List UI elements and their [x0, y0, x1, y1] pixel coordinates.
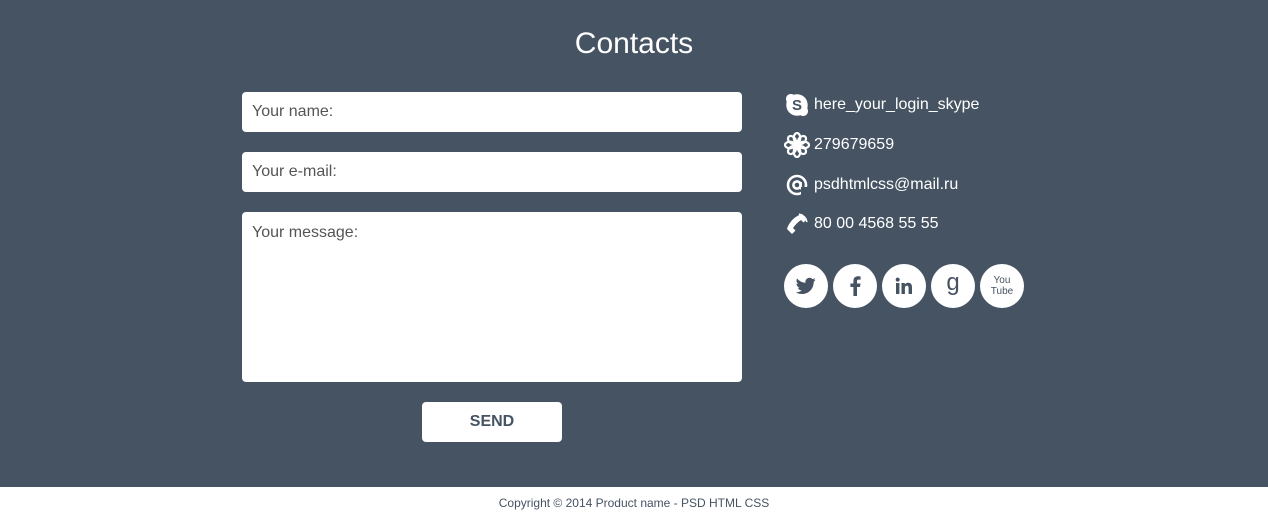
facebook-button[interactable]	[833, 264, 877, 308]
twitter-button[interactable]	[784, 264, 828, 308]
contact-icq: 279679659	[784, 132, 894, 158]
page: Contacts SEND S here_your_login_skype	[0, 0, 1268, 524]
youtube-label-line2: Tube	[990, 286, 1014, 297]
send-button[interactable]: SEND	[422, 402, 562, 442]
youtube-label-line1: You	[993, 275, 1011, 286]
icq-number: 279679659	[814, 136, 895, 153]
copyright-text: Copyright © 2014 Product name - PSD HTML…	[498, 496, 770, 510]
at-sign-icon	[784, 172, 810, 198]
youtube-button[interactable]: You Tube	[980, 264, 1024, 308]
google-icon: g	[946, 269, 960, 296]
email-address: psdhtmlcss@mail.ru	[814, 176, 959, 193]
linkedin-button[interactable]	[882, 264, 926, 308]
footer: Copyright © 2014 Product name - PSD HTML…	[0, 487, 1268, 524]
page-title: Contacts	[574, 27, 694, 60]
phone-number: 80 00 4568 55 55	[814, 215, 939, 232]
contact-skype: S here_your_login_skype	[784, 92, 979, 118]
svg-text:S: S	[792, 97, 802, 114]
name-field[interactable]	[242, 92, 742, 132]
icq-flower-icon	[784, 132, 810, 158]
facebook-icon	[850, 276, 861, 296]
google-button[interactable]: g	[931, 264, 975, 308]
twitter-icon	[796, 277, 816, 294]
contact-phone: 80 00 4568 55 55	[784, 211, 939, 237]
linkedin-icon	[895, 277, 912, 294]
contact-email: psdhtmlcss@mail.ru	[784, 172, 958, 198]
youtube-icon: You Tube	[991, 275, 1013, 297]
message-field[interactable]	[242, 212, 742, 382]
skype-icon: S	[784, 92, 810, 118]
email-field[interactable]	[242, 152, 742, 192]
phone-icon	[784, 211, 810, 237]
skype-login: here_your_login_skype	[814, 96, 980, 113]
contacts-section: Contacts SEND S here_your_login_skype	[0, 0, 1268, 487]
